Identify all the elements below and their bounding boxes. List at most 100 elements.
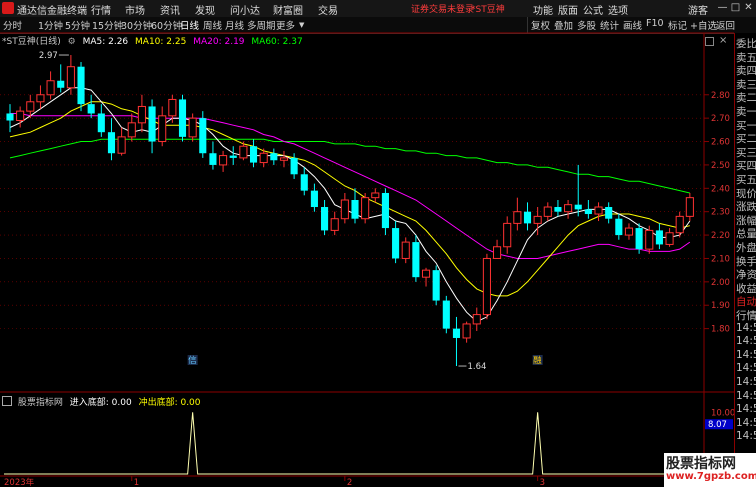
- candle-body-down: [605, 207, 613, 219]
- candle-body-up: [188, 117, 197, 138]
- sub-chart-legend: 股票指标网 进入底部: 0.00 冲出底部: 0.00: [2, 395, 201, 408]
- candle-body-down: [351, 200, 359, 219]
- price-tick-label: 2.70: [711, 114, 730, 124]
- kline-chart[interactable]: 2.80 2.70 2.60 2.50 2.40 2.30 2.20 2.10 2.00 1.90…: [0, 0, 734, 487]
- candle-body-up: [16, 110, 25, 121]
- candle-body-up: [361, 197, 370, 220]
- quote-panel-item: 14:5: [736, 403, 756, 416]
- quote-panel-item: 14:5: [736, 430, 756, 443]
- candle-body-down: [321, 207, 329, 231]
- candlesticks: [6, 55, 694, 367]
- candle-body-down: [574, 204, 582, 210]
- candle-body-down: [77, 66, 85, 105]
- candle-body-up: [46, 80, 55, 96]
- price-tick-label: 2.40: [711, 184, 730, 194]
- ma10-line: [9, 101, 690, 297]
- candle-body-down: [432, 270, 440, 301]
- price-tick-label: 2.50: [711, 161, 730, 171]
- date-label: 2: [347, 478, 352, 487]
- candle-body-down: [584, 209, 592, 215]
- close-icon[interactable]: ✕: [742, 2, 755, 14]
- candle-body-down: [655, 230, 663, 245]
- candle-body-up: [543, 206, 552, 217]
- sub-chart-icon[interactable]: [2, 396, 12, 406]
- candle-body-down: [6, 113, 14, 121]
- candle-body-down: [199, 118, 207, 154]
- candle-body-up: [279, 157, 289, 161]
- signal-badge-label: 信: [188, 355, 197, 366]
- chart-grid: [0, 32, 734, 487]
- watermark-url: www.7gpzb.com: [666, 471, 756, 482]
- candle-body-up: [259, 152, 268, 164]
- candle-body-down: [554, 207, 562, 212]
- high-price-label: 2.97: [39, 51, 58, 61]
- sub-current-value: 8.07: [708, 420, 727, 430]
- candle-body-up: [513, 211, 522, 224]
- candle-body-up: [472, 314, 481, 325]
- candle-body-down: [107, 132, 116, 154]
- candle-body-down: [452, 328, 461, 338]
- candle-body-up: [624, 227, 634, 236]
- candle-body-down: [300, 174, 308, 191]
- price-tick-label: 2.80: [711, 91, 730, 101]
- candle-body-down: [249, 146, 258, 163]
- price-tick-label: 2.00: [711, 278, 730, 288]
- candle-body-down: [87, 104, 95, 114]
- candle-body-up: [371, 192, 380, 199]
- candle-body-up: [401, 241, 410, 259]
- quote-panel-item: 14:5: [736, 389, 756, 402]
- candle-body-down: [148, 106, 156, 142]
- candle-body-up: [503, 222, 512, 248]
- candle-body-up: [36, 94, 45, 103]
- candle-body-up: [685, 197, 694, 217]
- candle-body-up: [564, 204, 573, 213]
- candle-body-up: [340, 199, 349, 220]
- candle-body-down: [270, 153, 278, 161]
- watermark-title: 股票指标网: [666, 456, 736, 472]
- candle-body-down: [381, 192, 389, 229]
- price-tick-label: 2.10: [711, 254, 730, 264]
- candle-body-down: [229, 155, 237, 158]
- price-tick-label: 1.90: [711, 301, 730, 311]
- sub-indicator-chart: [4, 412, 700, 475]
- date-label: 1: [134, 478, 139, 487]
- candle-body-up: [219, 155, 228, 166]
- sub-indicator-name: 股票指标网: [17, 398, 63, 408]
- candle-body-down: [412, 242, 420, 278]
- candle-body-up: [594, 206, 603, 215]
- candle-body-down: [178, 99, 187, 137]
- price-tick-label: 2.60: [711, 138, 730, 148]
- sub-signal-line: [4, 412, 700, 475]
- quote-panel-item: 14:5: [736, 416, 756, 429]
- quote-panel-item: 14:5: [736, 335, 756, 348]
- candle-body-up: [462, 323, 471, 339]
- candle-body-down: [209, 153, 217, 165]
- enter-bottom-label: 进入底部: 0.00: [69, 398, 132, 408]
- candle-body-down: [57, 80, 65, 88]
- quote-panel-item: 14:5: [736, 376, 756, 388]
- date-label: 3: [540, 478, 545, 487]
- exit-bottom-label: 冲出底部: 0.00: [138, 398, 201, 408]
- candle-body-up: [66, 66, 75, 89]
- candle-body-up: [26, 101, 35, 112]
- candle-body-down: [523, 211, 532, 224]
- candle-body-up: [645, 229, 654, 250]
- candle-body-up: [330, 218, 339, 231]
- candle-body-down: [615, 218, 623, 236]
- candle-body-up: [675, 215, 684, 234]
- signal-badge-label: 融: [533, 355, 542, 366]
- candle-body-up: [421, 269, 431, 278]
- low-price-label: 1.64: [467, 362, 486, 372]
- candle-body-up: [168, 98, 177, 117]
- candle-body-up: [665, 232, 674, 245]
- candle-body-down: [442, 300, 450, 329]
- ma5-line: [9, 87, 691, 323]
- candle-body-down: [635, 228, 643, 250]
- candle-body-up: [239, 145, 248, 159]
- candle-body-up: [533, 215, 542, 224]
- price-tick-label: 2.30: [711, 208, 730, 218]
- candle-body-up: [482, 257, 491, 316]
- candle-body-up: [137, 105, 146, 124]
- candle-body-up: [158, 115, 167, 143]
- candle-body-down: [310, 190, 318, 208]
